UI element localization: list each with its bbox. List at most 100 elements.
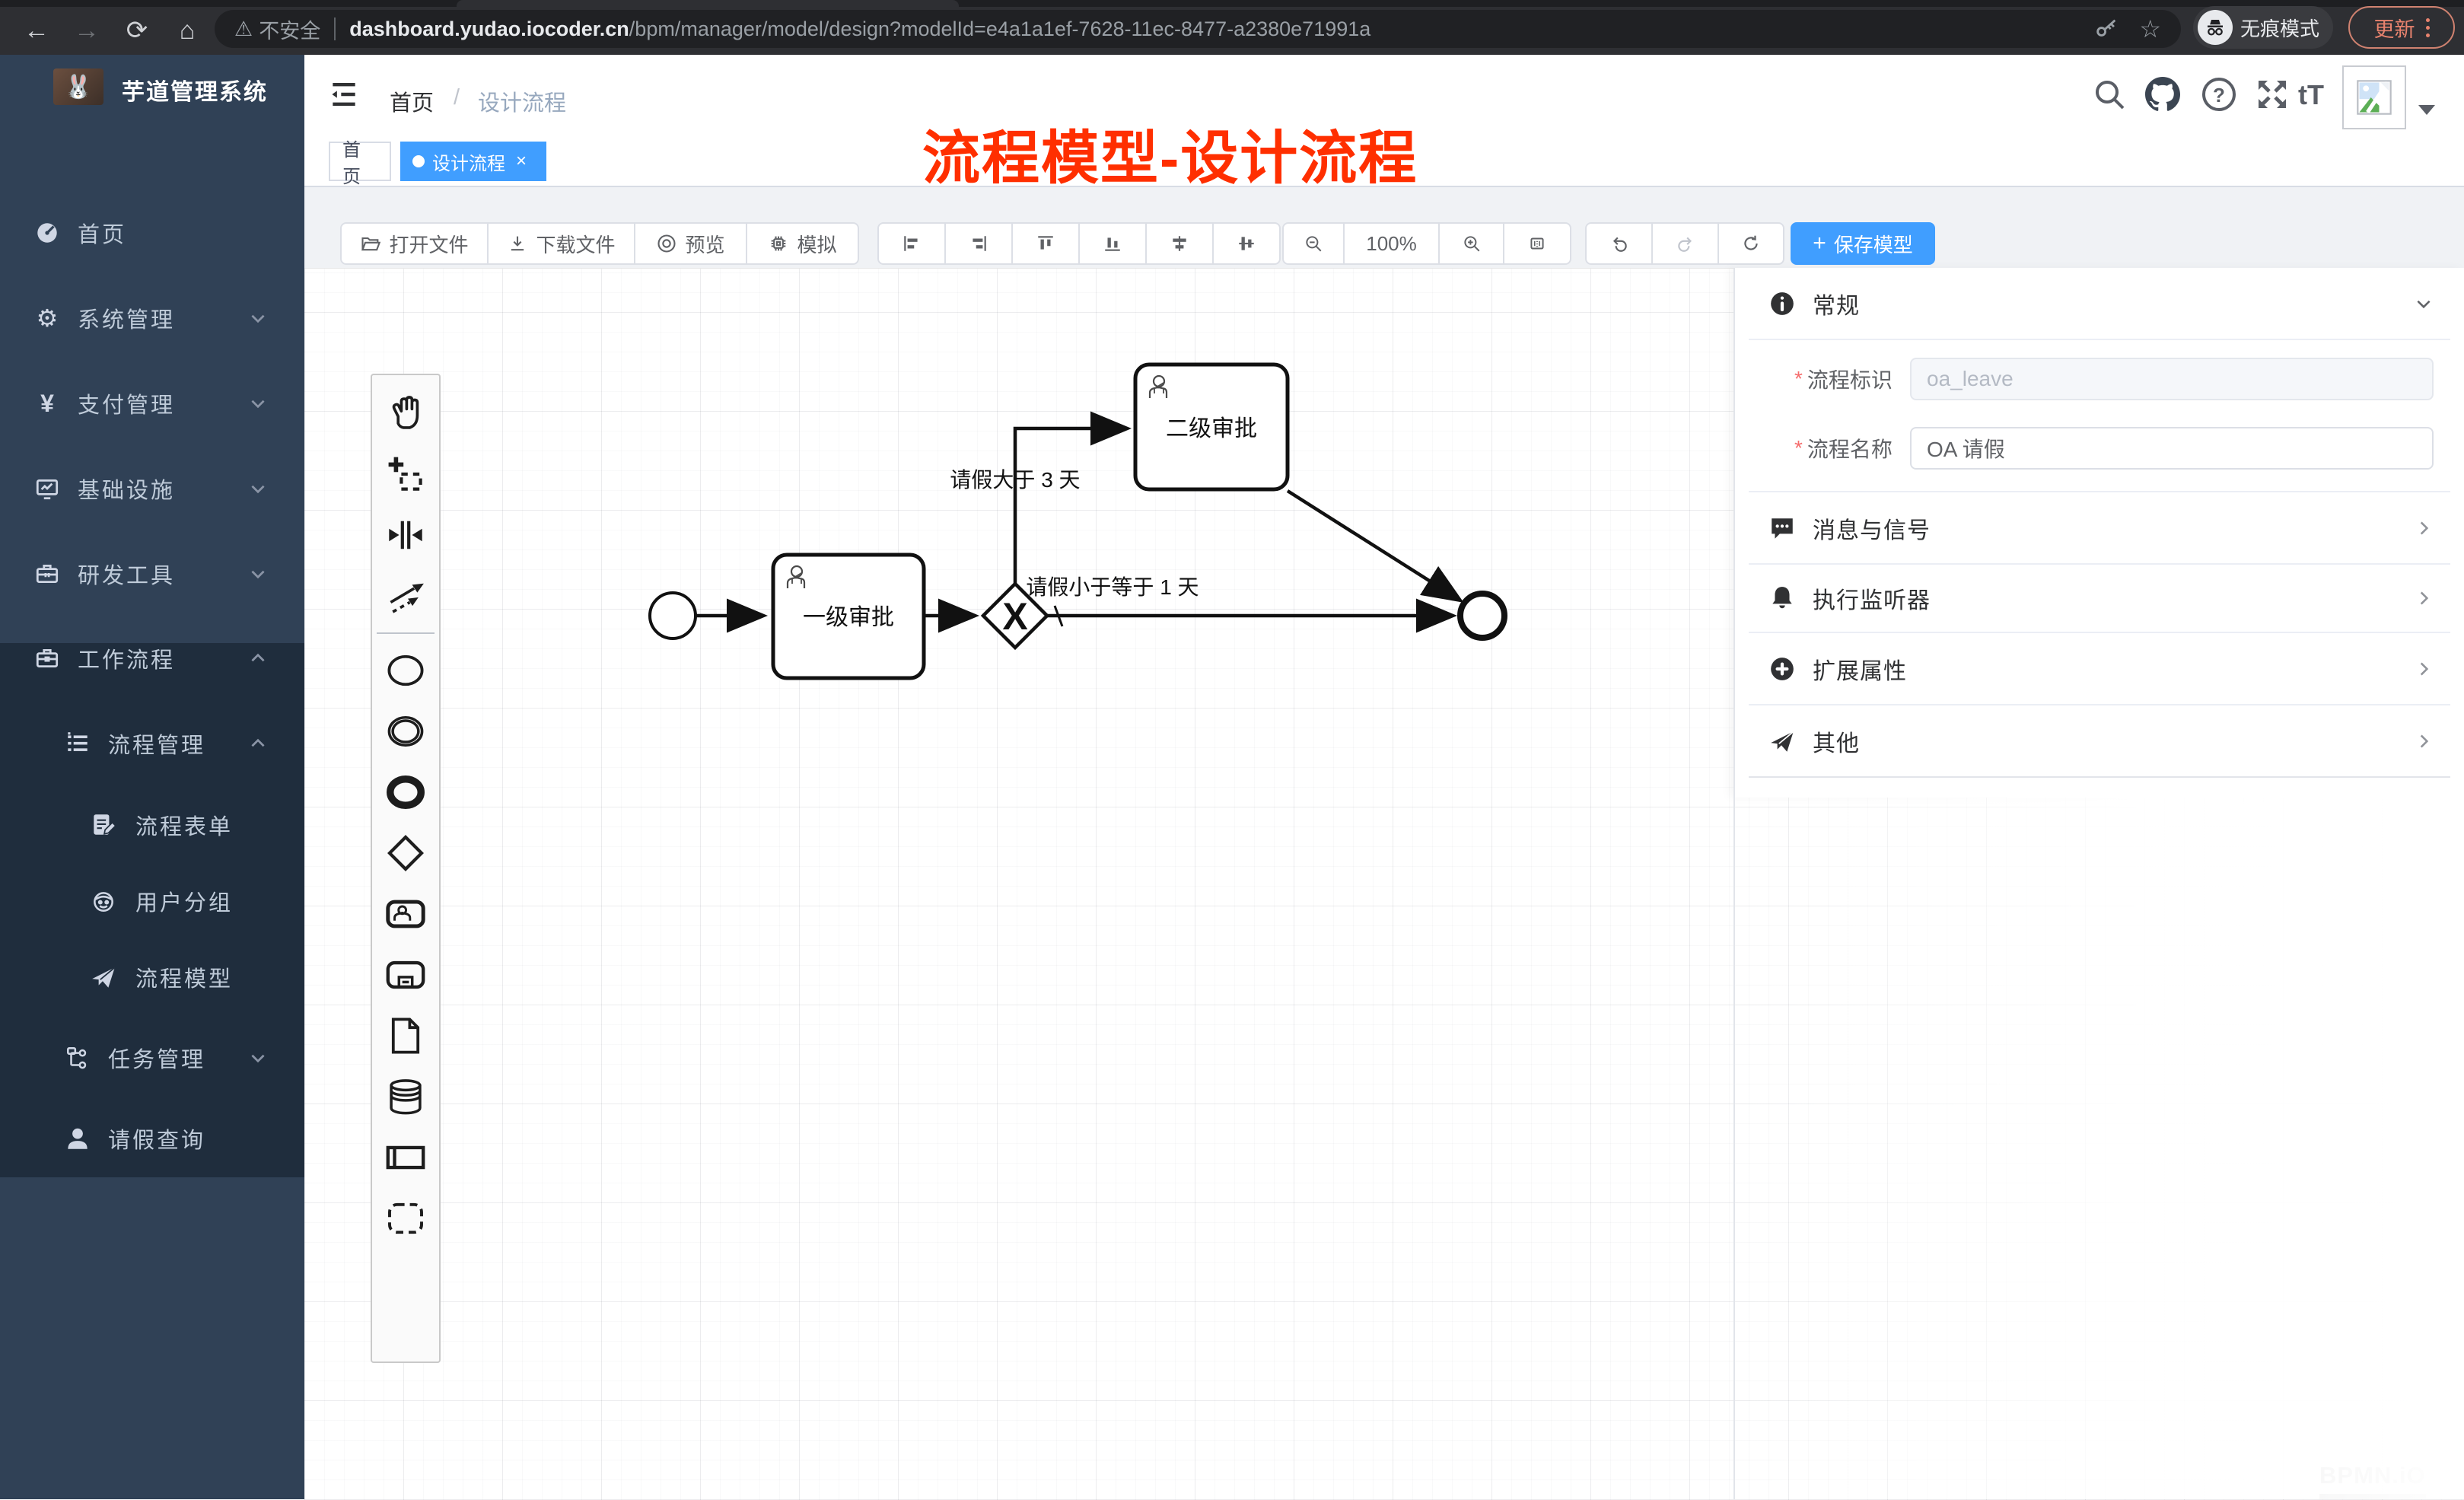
security-indicator[interactable]: ⚠不安全 [234, 14, 320, 44]
sidebar-item-label: 请假查询 [108, 1123, 205, 1154]
field-process-name: * 流程名称 OA 请假 [1735, 427, 2464, 470]
end-event[interactable] [1460, 594, 1504, 638]
browser-menu-icon[interactable] [2426, 26, 2430, 30]
send-icon [1768, 728, 1796, 755]
preview-button[interactable]: 预览 [635, 224, 747, 263]
flow-task2-to-end[interactable] [1288, 491, 1458, 599]
gauge-icon [33, 219, 61, 247]
monitor-icon [33, 475, 61, 502]
start-event[interactable] [650, 593, 696, 639]
download-icon [507, 233, 528, 254]
sidebar-item-leave-query[interactable]: 请假查询 [0, 1099, 304, 1178]
tag-design-process[interactable]: 设计流程 × [400, 142, 546, 181]
address-bar[interactable]: ⚠不安全 dashboard.yudao.iocoder.cn/bpm/mana… [215, 10, 2181, 48]
section-general[interactable]: 常规 [1735, 268, 2464, 339]
align-top-button[interactable] [1013, 224, 1080, 263]
flow-label-gt3[interactable]: 请假大于 3 天 [950, 468, 1080, 492]
align-bottom-button[interactable] [1080, 224, 1147, 263]
browser-update-button[interactable]: 更新 [2348, 6, 2455, 49]
required-marker: * [1794, 367, 1803, 391]
undo-icon [1609, 234, 1629, 253]
sidebar-collapse-icon[interactable] [327, 78, 361, 111]
save-model-button[interactable]: + 保存模型 [1791, 222, 1935, 265]
browser-forward-button[interactable]: → [70, 14, 103, 47]
sidebar-item-label: 用户分组 [135, 885, 233, 917]
github-icon[interactable] [2144, 76, 2181, 113]
browser-reload-button[interactable]: ⟳ [120, 14, 154, 47]
download-file-button[interactable]: 下载文件 [489, 224, 635, 263]
browser-chrome: ← → ⟳ ⌂ ⚠不安全 dashboard.yudao.iocoder.cn/… [0, 0, 2464, 55]
group-face-icon [90, 887, 117, 915]
chevron-right-icon [2414, 659, 2434, 679]
incognito-badge: 无痕模式 [2193, 6, 2333, 49]
sidebar-item-process-form[interactable]: 流程表单 [0, 785, 304, 865]
avatar[interactable] [2342, 65, 2406, 129]
chevron-down-icon [248, 564, 268, 584]
field-label: 流程名称 [1807, 433, 1893, 463]
open-file-button[interactable]: 打开文件 [342, 224, 489, 263]
process-name-input[interactable]: OA 请假 [1910, 427, 2434, 470]
redo-button[interactable] [1653, 224, 1719, 263]
align-top-icon [1036, 234, 1055, 253]
browser-active-tab[interactable] [457, 0, 959, 7]
tag-label: 首页 [342, 135, 377, 188]
app-logo: 🐰 [53, 68, 103, 105]
section-extensions[interactable]: 扩展属性 [1735, 633, 2464, 704]
browser-back-button[interactable]: ← [20, 14, 53, 47]
simulate-button[interactable]: 模拟 [747, 224, 858, 263]
section-other[interactable]: 其他 [1735, 705, 2464, 776]
zoom-out-button[interactable] [1284, 224, 1345, 263]
section-label: 执行监听器 [1813, 581, 1931, 615]
flow-gateway-to-task2[interactable] [1015, 428, 1125, 584]
sidebar-item-devtools[interactable]: 研发工具 [0, 534, 304, 613]
sidebar-item-process-model[interactable]: 流程模型 [0, 938, 304, 1017]
update-label: 更新 [2374, 13, 2415, 43]
sidebar-item-payment[interactable]: ¥ 支付管理 [0, 364, 304, 443]
caret-down-icon[interactable] [2418, 105, 2435, 123]
align-left-icon [902, 234, 922, 253]
process-key-input[interactable]: oa_leave [1910, 358, 2434, 400]
tag-home[interactable]: 首页 [329, 142, 391, 181]
user-task-level2[interactable]: 二级审批 [1135, 365, 1288, 489]
fullscreen-icon[interactable] [2254, 76, 2291, 113]
url-divider [334, 18, 336, 40]
zoom-in-button[interactable] [1440, 224, 1504, 263]
form-edit-icon [90, 811, 117, 839]
flow-label-lte1[interactable]: 请假小于等于 1 天 [1026, 575, 1199, 599]
user-task-level1[interactable]: 一级审批 [773, 555, 924, 678]
align-center-v-button[interactable] [1214, 224, 1279, 263]
key-icon[interactable] [2093, 16, 2119, 42]
zoom-reset-button[interactable] [1504, 224, 1570, 263]
button-label: 打开文件 [389, 230, 468, 258]
section-listeners[interactable]: 执行监听器 [1735, 565, 2464, 632]
chevron-right-icon [2414, 588, 2434, 608]
undo-button[interactable] [1587, 224, 1653, 263]
bookmark-star-icon[interactable]: ☆ [2139, 14, 2161, 43]
align-right-button[interactable] [946, 224, 1013, 263]
sidebar-item-user-group[interactable]: 用户分组 [0, 861, 304, 941]
sidebar-item-process-mgmt[interactable]: 流程管理 [0, 704, 304, 783]
restart-button[interactable] [1719, 224, 1783, 263]
font-size-icon[interactable]: tT [2298, 79, 2324, 111]
sidebar-item-home[interactable]: 首页 [0, 193, 304, 272]
search-icon[interactable] [2091, 76, 2128, 113]
sidebar-item-system[interactable]: ⚙ 系统管理 [0, 279, 304, 358]
section-messages[interactable]: 消息与信号 [1735, 492, 2464, 563]
sidebar-item-workflow[interactable]: 工作流程 [0, 619, 304, 698]
sidebar-item-task-mgmt[interactable]: 任务管理 [0, 1018, 304, 1097]
close-icon[interactable]: × [516, 151, 527, 172]
breadcrumb-current: 设计流程 [478, 85, 566, 117]
zoom-level[interactable]: 100% [1345, 224, 1440, 263]
align-left-button[interactable] [879, 224, 946, 263]
help-icon[interactable]: ? [2201, 76, 2237, 113]
zoom-reset-icon [1527, 234, 1547, 253]
browser-home-button[interactable]: ⌂ [170, 14, 204, 47]
info-icon [1768, 290, 1796, 317]
align-center-h-button[interactable] [1147, 224, 1214, 263]
broken-image-icon [2354, 78, 2394, 117]
folder-open-icon [360, 233, 381, 254]
sidebar-item-infra[interactable]: 基础设施 [0, 449, 304, 528]
toolbox-icon [33, 560, 61, 588]
sidebar-logo-row[interactable]: 🐰 芋道管理系统 [0, 65, 304, 123]
breadcrumb-home[interactable]: 首页 [390, 85, 434, 117]
